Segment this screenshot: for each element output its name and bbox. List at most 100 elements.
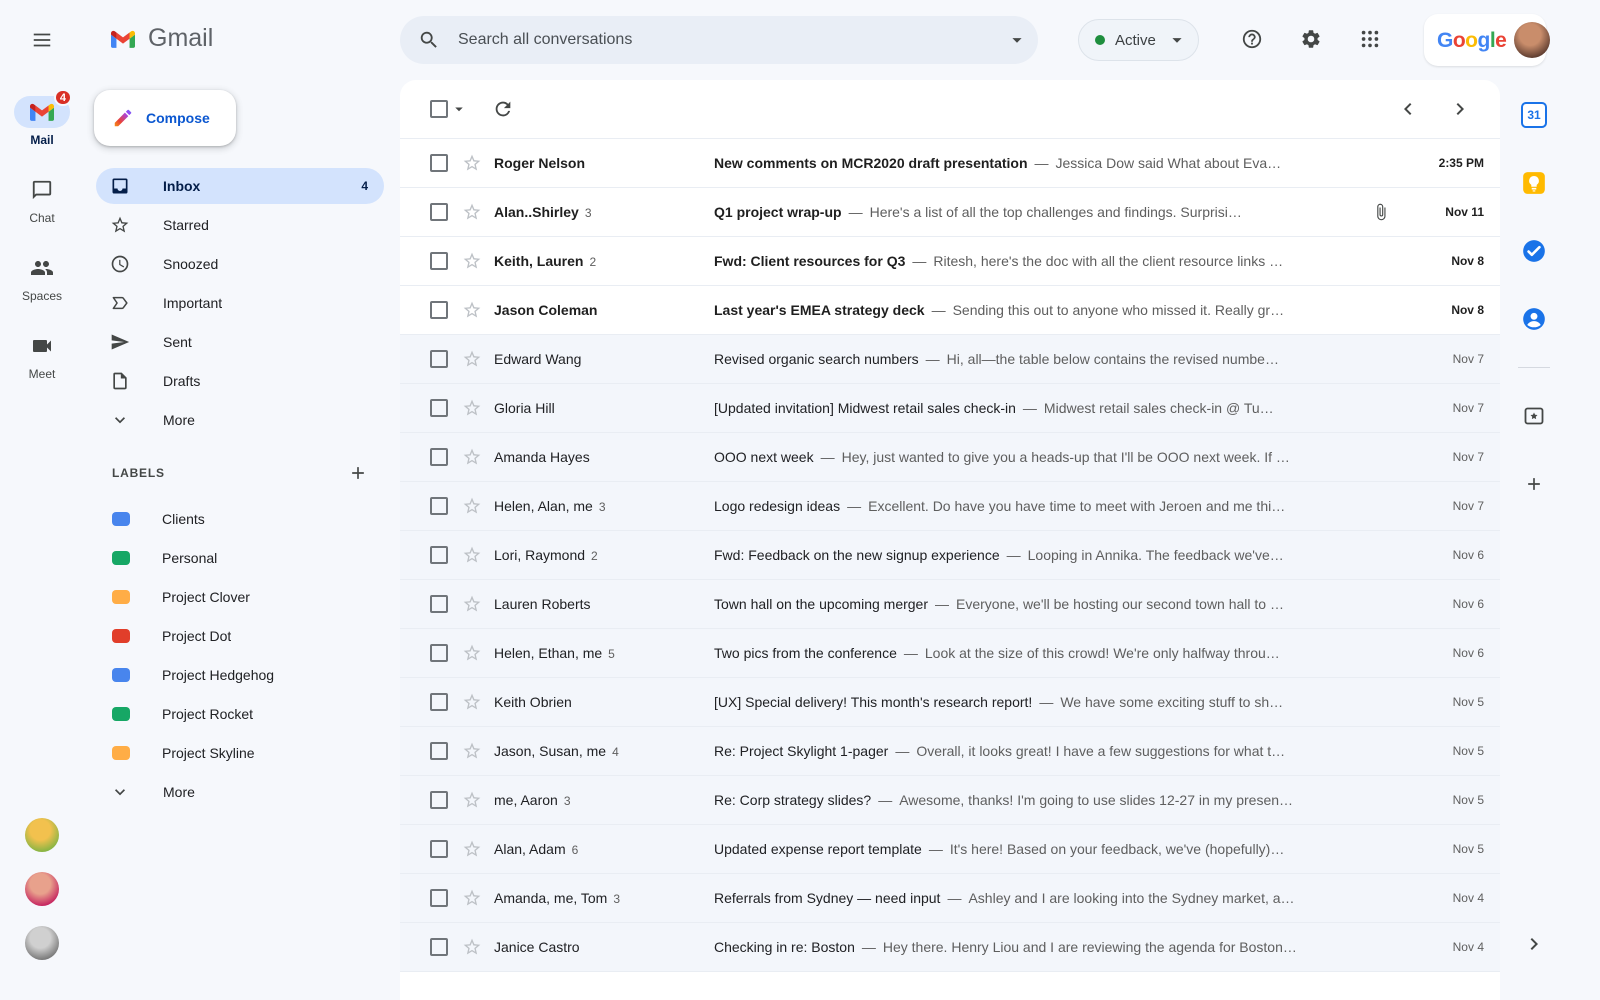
- email-row[interactable]: Lori, Raymond 2 Fwd: Feedback on the new s…: [400, 531, 1500, 580]
- keep-button[interactable]: [1514, 163, 1554, 203]
- addon-button[interactable]: [1514, 396, 1554, 436]
- email-row[interactable]: Roger Nelson New comments on MCR2020 draf…: [400, 139, 1500, 188]
- select-all-checkbox[interactable]: [430, 100, 448, 118]
- star-icon[interactable]: [462, 300, 482, 320]
- calendar-button[interactable]: 31: [1514, 95, 1554, 135]
- add-label-button[interactable]: [348, 463, 368, 483]
- email-subject-cell: OOO next week — Hey, just wanted to give y…: [714, 449, 1398, 465]
- star-icon[interactable]: [462, 790, 482, 810]
- label-item-personal[interactable]: Personal: [96, 540, 384, 576]
- star-icon[interactable]: [462, 202, 482, 222]
- star-icon[interactable]: [462, 496, 482, 516]
- row-checkbox[interactable]: [430, 399, 448, 417]
- email-row[interactable]: Lauren Roberts Town hall on the upcoming …: [400, 580, 1500, 629]
- settings-button[interactable]: [1288, 16, 1334, 62]
- row-checkbox[interactable]: [430, 889, 448, 907]
- label-item-clients[interactable]: Clients: [96, 501, 384, 537]
- row-checkbox[interactable]: [430, 203, 448, 221]
- email-row[interactable]: Jason Coleman Last year's EMEA strategy d…: [400, 286, 1500, 335]
- main-menu-button[interactable]: [18, 16, 66, 64]
- label-item-project-dot[interactable]: Project Dot: [96, 618, 384, 654]
- sidebar-item-sent[interactable]: Sent: [96, 324, 384, 360]
- email-row[interactable]: Alan, Adam 6 Updated expense report templa…: [400, 825, 1500, 874]
- email-row[interactable]: Alan..Shirley 3 Q1 project wrap-up — Here's …: [400, 188, 1500, 237]
- star-icon[interactable]: [462, 153, 482, 173]
- sidebar-item-inbox[interactable]: Inbox 4: [96, 168, 384, 204]
- row-checkbox[interactable]: [430, 791, 448, 809]
- row-checkbox[interactable]: [430, 938, 448, 956]
- newer-page-icon[interactable]: [1396, 97, 1420, 121]
- label-item-project-rocket[interactable]: Project Rocket: [96, 696, 384, 732]
- chevron-right-icon: [1522, 932, 1546, 956]
- email-row[interactable]: Helen, Ethan, me 5 Two pics from the confe…: [400, 629, 1500, 678]
- email-row[interactable]: Jason, Susan, me 4 Re: Project Skylight 1-…: [400, 727, 1500, 776]
- star-icon[interactable]: [462, 447, 482, 467]
- star-icon[interactable]: [462, 741, 482, 761]
- email-row[interactable]: Amanda, me, Tom 3 Referrals from Sydney — …: [400, 874, 1500, 923]
- email-row[interactable]: Helen, Alan, me 3 Logo redesign ideas — Exce…: [400, 482, 1500, 531]
- search-options-caret-icon[interactable]: [1006, 29, 1028, 51]
- refresh-icon[interactable]: [492, 98, 514, 120]
- row-checkbox[interactable]: [430, 301, 448, 319]
- star-icon[interactable]: [462, 937, 482, 957]
- email-row[interactable]: Gloria Hill [Updated invitation] Midwest …: [400, 384, 1500, 433]
- status-selector[interactable]: Active: [1078, 19, 1199, 61]
- sidebar-item-more-labels[interactable]: More: [96, 774, 384, 810]
- email-row[interactable]: Amanda Hayes OOO next week — Hey, just want…: [400, 433, 1500, 482]
- older-page-icon[interactable]: [1448, 97, 1472, 121]
- search-input[interactable]: [458, 31, 1006, 49]
- row-checkbox[interactable]: [430, 154, 448, 172]
- rail-item-spaces[interactable]: Spaces: [0, 252, 84, 304]
- account-avatar[interactable]: [25, 818, 59, 852]
- sidebar-item-more[interactable]: More: [96, 402, 384, 438]
- row-checkbox[interactable]: [430, 644, 448, 662]
- account-avatar[interactable]: [25, 872, 59, 906]
- email-row[interactable]: me, Aaron 3 Re: Corp strategy slides? — Awes…: [400, 776, 1500, 825]
- contacts-button[interactable]: [1514, 299, 1554, 339]
- star-icon[interactable]: [462, 545, 482, 565]
- star-icon[interactable]: [462, 349, 482, 369]
- rail-item-mail[interactable]: 4 Mail: [0, 89, 84, 148]
- star-icon[interactable]: [462, 888, 482, 908]
- star-icon[interactable]: [462, 643, 482, 663]
- row-checkbox[interactable]: [430, 448, 448, 466]
- email-row[interactable]: Janice Castro Checking in re: Boston — Hey …: [400, 923, 1500, 972]
- star-icon[interactable]: [462, 692, 482, 712]
- sidebar-item-important[interactable]: Important: [96, 285, 384, 321]
- sidebar-item-starred[interactable]: Starred: [96, 207, 384, 243]
- help-button[interactable]: [1229, 16, 1275, 62]
- sidebar-item-snoozed[interactable]: Snoozed: [96, 246, 384, 282]
- rail-item-meet[interactable]: Meet: [0, 330, 84, 382]
- label-item-project-clover[interactable]: Project Clover: [96, 579, 384, 615]
- sidebar-item-drafts[interactable]: Drafts: [96, 363, 384, 399]
- profile-avatar[interactable]: [1514, 22, 1551, 58]
- rail-item-chat[interactable]: Chat: [0, 174, 84, 226]
- label-name: Project Rocket: [162, 706, 254, 722]
- star-icon[interactable]: [462, 398, 482, 418]
- row-checkbox[interactable]: [430, 840, 448, 858]
- google-apps-button[interactable]: [1347, 16, 1393, 62]
- select-dropdown-icon[interactable]: [450, 100, 468, 118]
- plus-button[interactable]: [1514, 464, 1554, 504]
- compose-button[interactable]: Compose: [94, 90, 236, 146]
- row-checkbox[interactable]: [430, 546, 448, 564]
- email-row[interactable]: Keith, Lauren 2 Fwd: Client resources for …: [400, 237, 1500, 286]
- row-checkbox[interactable]: [430, 252, 448, 270]
- account-avatar[interactable]: [25, 926, 59, 960]
- row-checkbox[interactable]: [430, 350, 448, 368]
- label-item-project-skyline[interactable]: Project Skyline: [96, 735, 384, 771]
- label-item-project-hedgehog[interactable]: Project Hedgehog: [96, 657, 384, 693]
- row-checkbox[interactable]: [430, 742, 448, 760]
- row-checkbox[interactable]: [430, 497, 448, 515]
- side-panel-toggle[interactable]: [1508, 920, 1560, 968]
- search-icon[interactable]: [418, 29, 440, 51]
- email-row[interactable]: Keith Obrien [UX] Special delivery! This …: [400, 678, 1500, 727]
- row-checkbox[interactable]: [430, 693, 448, 711]
- tasks-button[interactable]: [1514, 231, 1554, 271]
- star-icon[interactable]: [462, 251, 482, 271]
- star-icon[interactable]: [462, 839, 482, 859]
- row-checkbox[interactable]: [430, 595, 448, 613]
- subject-snippet-separator: —: [895, 743, 910, 759]
- email-row[interactable]: Edward Wang Revised organic search number…: [400, 335, 1500, 384]
- star-icon[interactable]: [462, 594, 482, 614]
